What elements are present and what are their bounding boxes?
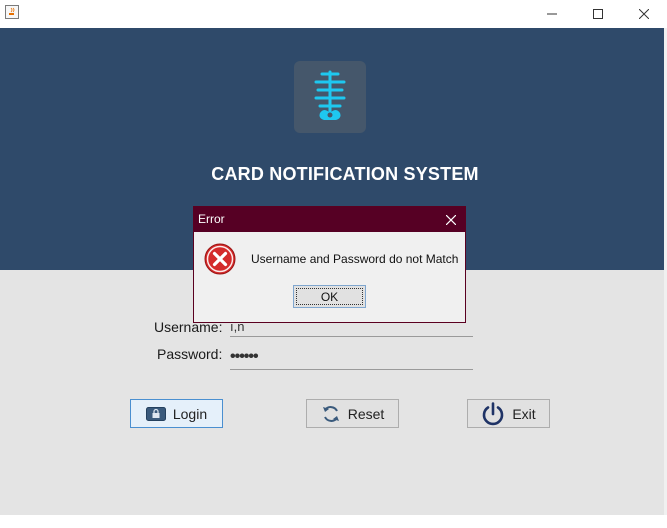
reset-button[interactable]: Reset <box>306 399 399 428</box>
power-icon <box>483 401 504 425</box>
exit-button-label: Exit <box>512 405 536 422</box>
maximize-icon <box>593 9 603 19</box>
error-dialog: Error Username and Password do not Match… <box>193 206 466 323</box>
login-button-label: Login <box>172 405 208 422</box>
java-cup-icon <box>5 5 19 19</box>
password-label: Password: <box>157 346 223 362</box>
card-notification-logo-icon <box>314 70 346 120</box>
window-titlebar <box>0 0 667 28</box>
minimize-button[interactable] <box>529 0 575 28</box>
password-field[interactable]: •••••• <box>230 348 473 370</box>
dialog-message: Username and Password do not Match <box>251 252 459 266</box>
close-icon <box>446 214 456 225</box>
close-button[interactable] <box>621 0 667 28</box>
maximize-button[interactable] <box>575 0 621 28</box>
dialog-title: Error <box>198 212 225 226</box>
reset-button-label: Reset <box>347 405 385 422</box>
error-icon <box>204 243 236 275</box>
dialog-titlebar: Error <box>194 207 465 232</box>
close-icon <box>639 9 649 19</box>
ok-button[interactable]: OK <box>293 285 366 308</box>
dialog-close-button[interactable] <box>437 207 465 232</box>
logo-tile <box>294 61 366 133</box>
lock-icon <box>145 406 166 421</box>
window-bottom-edge <box>0 515 667 528</box>
refresh-icon <box>322 405 339 422</box>
app-title: CARD NOTIFICATION SYSTEM <box>211 164 479 184</box>
minimize-icon <box>547 13 557 15</box>
login-button[interactable]: Login <box>130 399 223 428</box>
exit-button[interactable]: Exit <box>467 399 550 428</box>
